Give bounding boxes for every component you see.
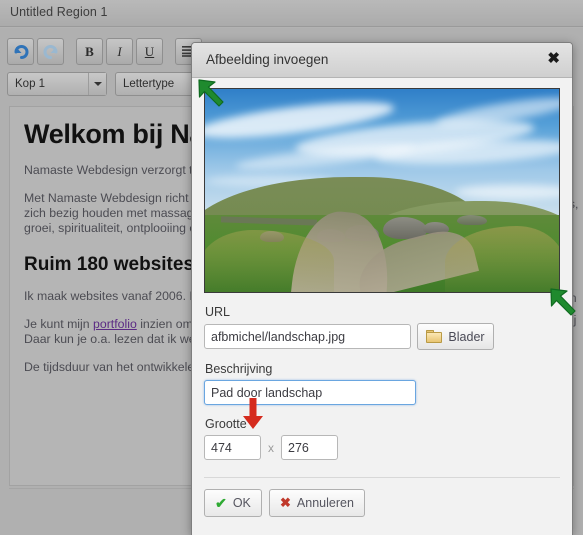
region-title: Untitled Region 1 bbox=[10, 5, 108, 19]
ok-label: OK bbox=[232, 496, 251, 510]
checkmark-icon: ✔ bbox=[215, 494, 227, 511]
description-label: Beschrijving bbox=[205, 362, 273, 376]
height-input[interactable] bbox=[281, 435, 338, 460]
region-title-bar: Untitled Region 1 bbox=[0, 0, 583, 27]
url-input[interactable] bbox=[204, 324, 411, 349]
paragraph-4-post: inzien om bbox=[136, 317, 193, 331]
width-input[interactable] bbox=[204, 435, 261, 460]
dialog-body: URL Blader Beschrijving Grootte x bbox=[192, 78, 572, 517]
italic-button[interactable]: I bbox=[106, 38, 133, 65]
close-icon[interactable]: ✖ bbox=[547, 51, 560, 67]
undo-button[interactable] bbox=[7, 38, 34, 65]
dialog-actions: ✔ OK ✖ Annuleren bbox=[204, 478, 560, 517]
undo-arrow-icon bbox=[14, 44, 28, 59]
cross-icon: ✖ bbox=[280, 495, 291, 510]
dialog-title-bar[interactable]: Afbeelding invoegen ✖ bbox=[192, 43, 572, 78]
browse-label: Blader bbox=[448, 329, 485, 344]
ok-button[interactable]: ✔ OK bbox=[204, 489, 262, 517]
preview-rock bbox=[457, 215, 487, 225]
size-row: x bbox=[204, 435, 560, 460]
redo-arrow-icon bbox=[43, 44, 57, 59]
redo-button[interactable] bbox=[37, 38, 64, 65]
paragraph-style-value: Kop 1 bbox=[15, 78, 46, 90]
screen-root: Untitled Region 1 B I U Kop 1 Lettertype… bbox=[0, 0, 583, 535]
description-input[interactable] bbox=[204, 380, 416, 405]
size-label: Grootte bbox=[205, 417, 247, 431]
font-family-value: Lettertype bbox=[123, 78, 175, 90]
underline-button[interactable]: U bbox=[136, 38, 163, 65]
size-separator: x bbox=[268, 440, 274, 455]
browse-button[interactable]: Blader bbox=[417, 323, 494, 350]
underline-label: U bbox=[144, 43, 155, 59]
dialog-title: Afbeelding invoegen bbox=[206, 52, 329, 67]
cancel-label: Annuleren bbox=[296, 496, 354, 510]
cancel-button[interactable]: ✖ Annuleren bbox=[269, 489, 365, 517]
bold-button[interactable]: B bbox=[76, 38, 103, 65]
paragraph-4-pre: Je kunt mijn bbox=[24, 317, 94, 331]
portfolio-link[interactable]: portfolio bbox=[93, 317, 137, 331]
folder-icon bbox=[426, 330, 443, 343]
image-preview bbox=[204, 88, 560, 293]
paragraph-style-select[interactable]: Kop 1 bbox=[7, 72, 107, 96]
bold-label: B bbox=[85, 43, 94, 59]
url-label: URL bbox=[205, 305, 231, 319]
chevron-down-icon[interactable] bbox=[88, 73, 106, 95]
toolbar-row-1: B I U bbox=[7, 38, 205, 65]
insert-image-dialog: Afbeelding invoegen ✖ URL afbmichel/land… bbox=[191, 42, 573, 535]
italic-label: I bbox=[117, 43, 122, 59]
url-row: Blader bbox=[204, 323, 560, 350]
